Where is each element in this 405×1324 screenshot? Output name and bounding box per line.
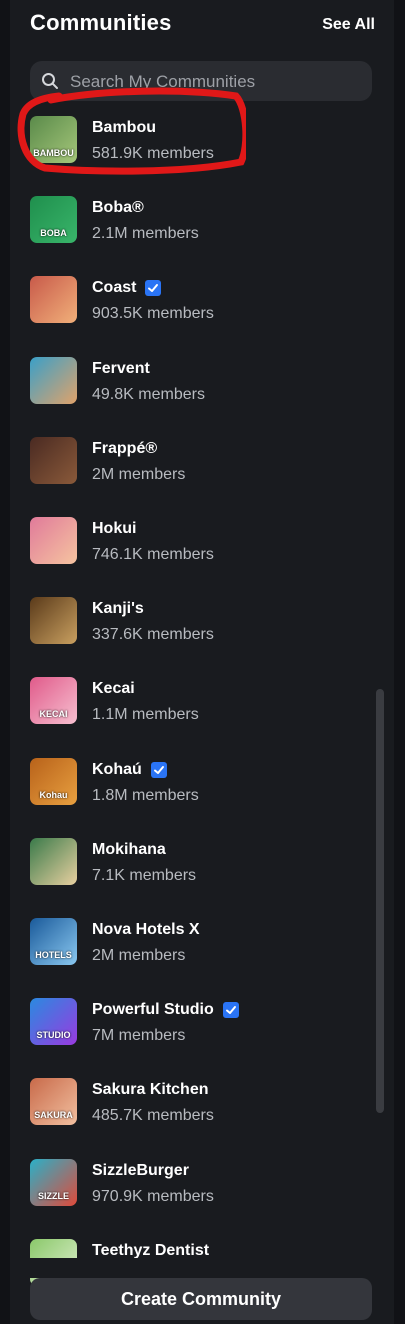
- thumb-label: KECAI: [39, 709, 68, 720]
- member-count: 2M members: [92, 947, 186, 964]
- verified-badge-icon: [145, 280, 162, 297]
- verified-badge-icon: [150, 761, 167, 778]
- member-count: 1.8M members: [92, 786, 199, 804]
- frappe-logo-icon: [30, 436, 77, 484]
- thumb-label: HOTELS: [35, 950, 72, 960]
- fervent-logo-icon: [30, 356, 77, 404]
- thumb-label: SAKURA: [34, 1110, 73, 1121]
- community-name: Kecai: [92, 680, 135, 698]
- member-count: 7.1K members: [92, 866, 197, 884]
- thumb-label: Kohau: [39, 789, 68, 800]
- community-item[interactable]: BOBA Boba® 2.1M members: [30, 192, 350, 252]
- community-name: Fervent: [92, 359, 150, 377]
- community-item[interactable]: STUDIO Powerful Studio 7M members: [30, 994, 350, 1054]
- mokihana-logo-icon: [30, 837, 77, 885]
- community-name: Frappé®: [92, 439, 158, 457]
- verified-badge-icon: [222, 1002, 239, 1019]
- member-count: 746.1K members: [92, 546, 214, 563]
- community-name-row: Kohaú: [92, 760, 167, 780]
- member-count: 1.1M members: [92, 706, 199, 724]
- create-community-button[interactable]: Create Community: [30, 1278, 372, 1320]
- community-item[interactable]: Kanji's 337.6K members: [30, 593, 350, 653]
- community-name-row: SizzleBurger: [92, 1161, 189, 1181]
- community-name: Powerful Studio: [92, 1001, 214, 1019]
- thumb-label: BOBA: [40, 228, 67, 239]
- community-name-row: Frappé®: [92, 439, 157, 459]
- see-all-link[interactable]: See All: [322, 16, 375, 34]
- community-name-row: Coast: [92, 278, 162, 298]
- community-name-row: Hokui: [92, 519, 136, 539]
- community-item[interactable]: Kohau Kohaú 1.8M members: [30, 754, 350, 814]
- member-count: 485.7K members: [92, 1107, 214, 1125]
- member-count: 7M members: [92, 1027, 186, 1045]
- scrollbar-thumb[interactable]: [376, 689, 384, 1113]
- community-name: Sakura Kitchen: [92, 1081, 209, 1099]
- thumb-label: STUDIO: [36, 1030, 71, 1041]
- community-name-row: Nova Hotels X: [92, 920, 200, 940]
- hokui-logo-icon: [30, 517, 77, 564]
- community-item[interactable]: SIZZLE SizzleBurger 970.9K members: [30, 1155, 350, 1215]
- member-count: 49.8K members: [92, 385, 205, 403]
- sizzleburger-logo-icon: SIZZLE: [30, 1158, 77, 1206]
- community-name: Mokihana: [92, 840, 166, 858]
- community-item[interactable]: KECAI Kecai 1.1M members: [30, 673, 350, 733]
- community-name: Boba®: [92, 199, 144, 217]
- kanjis-logo-icon: [30, 597, 77, 645]
- community-name: Nova Hotels X: [92, 921, 200, 938]
- community-item[interactable]: SAKURA Sakura Kitchen 485.7K members: [30, 1074, 350, 1134]
- kecai-logo-icon: KECAI: [30, 677, 77, 725]
- communities-header: Communities See All: [30, 10, 375, 40]
- list-fade: [10, 1258, 394, 1278]
- community-item[interactable]: Hokui 746.1K members: [30, 513, 350, 573]
- community-item[interactable]: Mokihana 7.1K members: [30, 834, 350, 894]
- member-count: 2.1M members: [92, 225, 199, 243]
- community-name-row: Boba®: [92, 198, 144, 218]
- community-name: Kanji's: [92, 600, 144, 618]
- community-name-row: Sakura Kitchen: [92, 1080, 208, 1100]
- powerful-studio-logo-icon: STUDIO: [30, 998, 77, 1046]
- member-count: 337.6K members: [92, 626, 214, 644]
- community-item[interactable]: Coast 903.5K members: [30, 272, 350, 332]
- member-count: 903.5K members: [92, 305, 214, 323]
- community-name: Coast: [92, 279, 137, 297]
- kohau-logo-icon: Kohau: [30, 757, 77, 805]
- community-name: Hokui: [92, 520, 137, 537]
- community-name: SizzleBurger: [92, 1161, 189, 1179]
- community-name-row: Powerful Studio: [92, 1000, 239, 1020]
- thumb-label: SIZZLE: [38, 1190, 69, 1201]
- coast-logo-icon: [30, 276, 77, 324]
- community-name-row: Mokihana: [92, 840, 166, 860]
- community-item[interactable]: Frappé® 2M members: [30, 433, 350, 493]
- sakura-kitchen-logo-icon: SAKURA: [30, 1078, 77, 1126]
- community-name: Kohaú: [92, 760, 142, 778]
- community-name-row: Fervent: [92, 359, 150, 379]
- community-name-row: Kanji's: [92, 599, 144, 619]
- community-item[interactable]: HOTELS Nova Hotels X 2M members: [30, 914, 350, 974]
- member-count: 2M members: [92, 465, 186, 483]
- community-item[interactable]: Fervent 49.8K members: [30, 353, 350, 413]
- member-count: 970.9K members: [92, 1187, 214, 1205]
- red-highlight-annotation: [17, 87, 246, 175]
- boba-logo-icon: BOBA: [30, 196, 77, 244]
- community-name-row: Kecai: [92, 679, 135, 699]
- nova-hotels-logo-icon: HOTELS: [30, 918, 77, 965]
- panel-title: Communities: [30, 10, 172, 35]
